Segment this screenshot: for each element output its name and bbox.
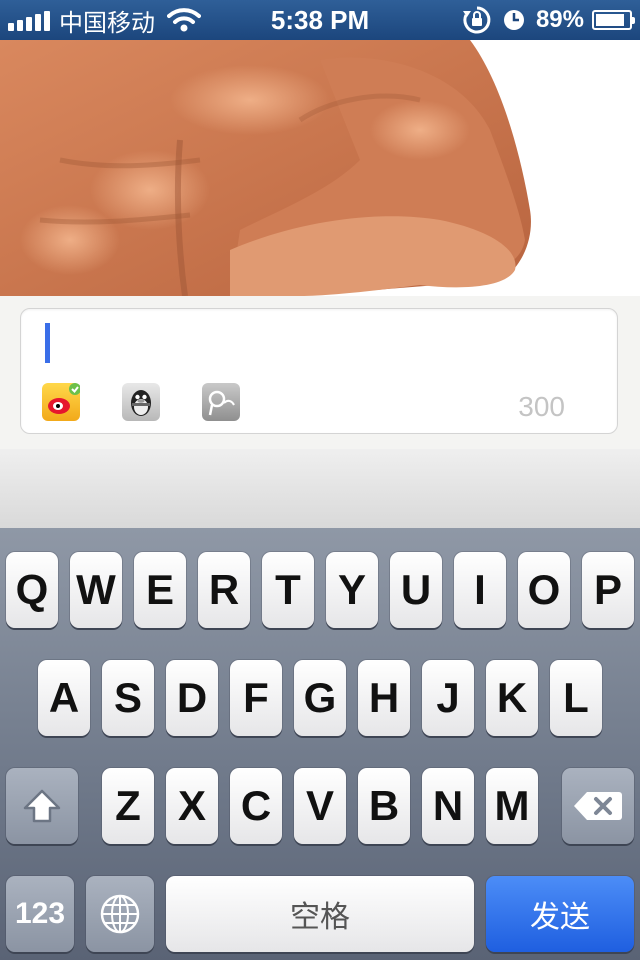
backspace-icon — [574, 792, 622, 820]
keyboard: QWERTYUIOP ASDFGHJKL ZXCVBNM 123 空格 发送 — [0, 528, 640, 960]
rotation-lock-icon — [462, 6, 491, 34]
weibo-icon[interactable] — [42, 383, 81, 421]
carrier-name: 中国移动 — [59, 9, 155, 37]
key-l[interactable]: L — [550, 660, 602, 736]
signal-strength-icon — [8, 9, 53, 31]
status-bar-left: 中国移动 — [8, 0, 201, 40]
globe-icon — [100, 894, 140, 934]
key-g[interactable]: G — [294, 660, 346, 736]
key-b[interactable]: B — [358, 768, 410, 844]
delete-key[interactable] — [562, 768, 634, 844]
battery-fill — [596, 14, 625, 26]
key-k[interactable]: K — [486, 660, 538, 736]
alarm-clock-icon — [503, 10, 524, 30]
key-d[interactable]: D — [166, 660, 218, 736]
key-x[interactable]: X — [166, 768, 218, 844]
send-button[interactable]: 发送 — [486, 876, 634, 952]
keyboard-toolbar — [0, 449, 640, 529]
battery-icon — [592, 10, 635, 30]
key-z[interactable]: Z — [102, 768, 154, 844]
key-i[interactable]: I — [454, 552, 506, 628]
attached-photo[interactable] — [0, 40, 640, 296]
status-bar: 中国移动 5:38 PM 89% — [0, 0, 640, 40]
key-h[interactable]: H — [358, 660, 410, 736]
wifi-icon — [167, 8, 201, 32]
key-y[interactable]: Y — [326, 552, 378, 628]
key-v[interactable]: V — [294, 768, 346, 844]
key-m[interactable]: M — [486, 768, 538, 844]
compose-area: 300 — [0, 296, 640, 450]
text-cursor — [45, 323, 50, 363]
key-t[interactable]: T — [262, 552, 314, 628]
key-p[interactable]: P — [582, 552, 634, 628]
space-key[interactable]: 空格 — [166, 876, 474, 952]
key-j[interactable]: J — [422, 660, 474, 736]
status-bar-right: 89% — [462, 0, 635, 40]
numbers-key[interactable]: 123 — [6, 876, 74, 952]
shift-arrow-icon — [23, 789, 61, 823]
battery-percentage: 89% — [535, 6, 584, 33]
key-w[interactable]: W — [70, 552, 122, 628]
character-count: 300 — [518, 391, 565, 422]
photo-torso-image — [0, 40, 640, 296]
key-u[interactable]: U — [390, 552, 442, 628]
key-c[interactable]: C — [230, 768, 282, 844]
key-o[interactable]: O — [518, 552, 570, 628]
key-s[interactable]: S — [102, 660, 154, 736]
key-q[interactable]: Q — [6, 552, 58, 628]
key-e[interactable]: E — [134, 552, 186, 628]
key-r[interactable]: R — [198, 552, 250, 628]
key-f[interactable]: F — [230, 660, 282, 736]
key-a[interactable]: A — [38, 660, 90, 736]
key-n[interactable]: N — [422, 768, 474, 844]
qq-penguin-icon[interactable] — [122, 383, 160, 421]
message-input[interactable]: 300 — [20, 308, 618, 434]
shift-key[interactable] — [6, 768, 78, 844]
globe-key[interactable] — [86, 876, 154, 952]
tencent-weibo-icon[interactable] — [202, 383, 240, 421]
